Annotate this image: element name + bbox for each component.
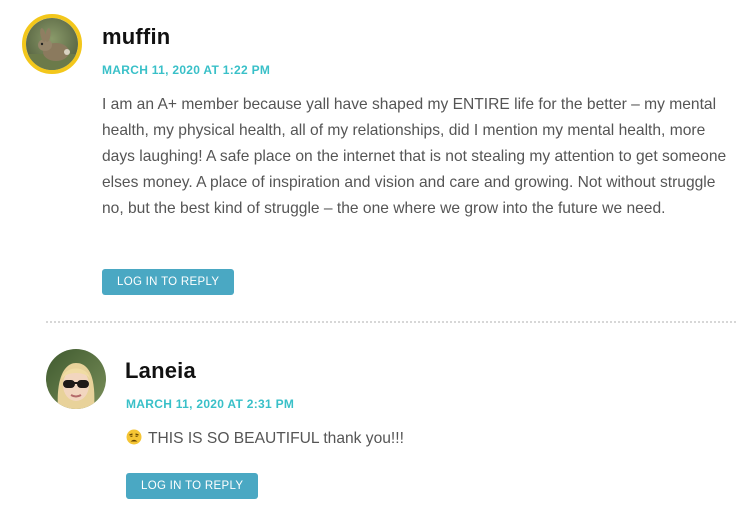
woman-sunglasses-photo-icon [46,349,106,409]
comment-date-link[interactable]: MARCH 11, 2020 AT 1:22 PM [102,63,270,77]
comment-text: I am an A+ member because yall have shap… [102,96,727,217]
avatar[interactable] [22,14,82,74]
log-in-to-reply-button[interactable]: LOG IN TO REPLY [102,269,235,295]
comment-text: THIS IS SO BEAUTIFUL thank you!!! [126,426,726,452]
log-in-to-reply-button[interactable]: LOG IN TO REPLY [126,473,259,499]
avatar[interactable] [46,349,106,409]
rabbit-photo-icon [26,18,78,70]
comment-date-link[interactable]: MARCH 11, 2020 AT 2:31 PM [126,397,294,411]
comment-author[interactable]: Laneia [125,358,196,384]
weary-face-emoji-icon [126,429,142,445]
comment-divider [46,321,736,323]
comment-text-content: THIS IS SO BEAUTIFUL thank you!!! [148,430,404,447]
comment-author[interactable]: muffin [102,24,170,50]
